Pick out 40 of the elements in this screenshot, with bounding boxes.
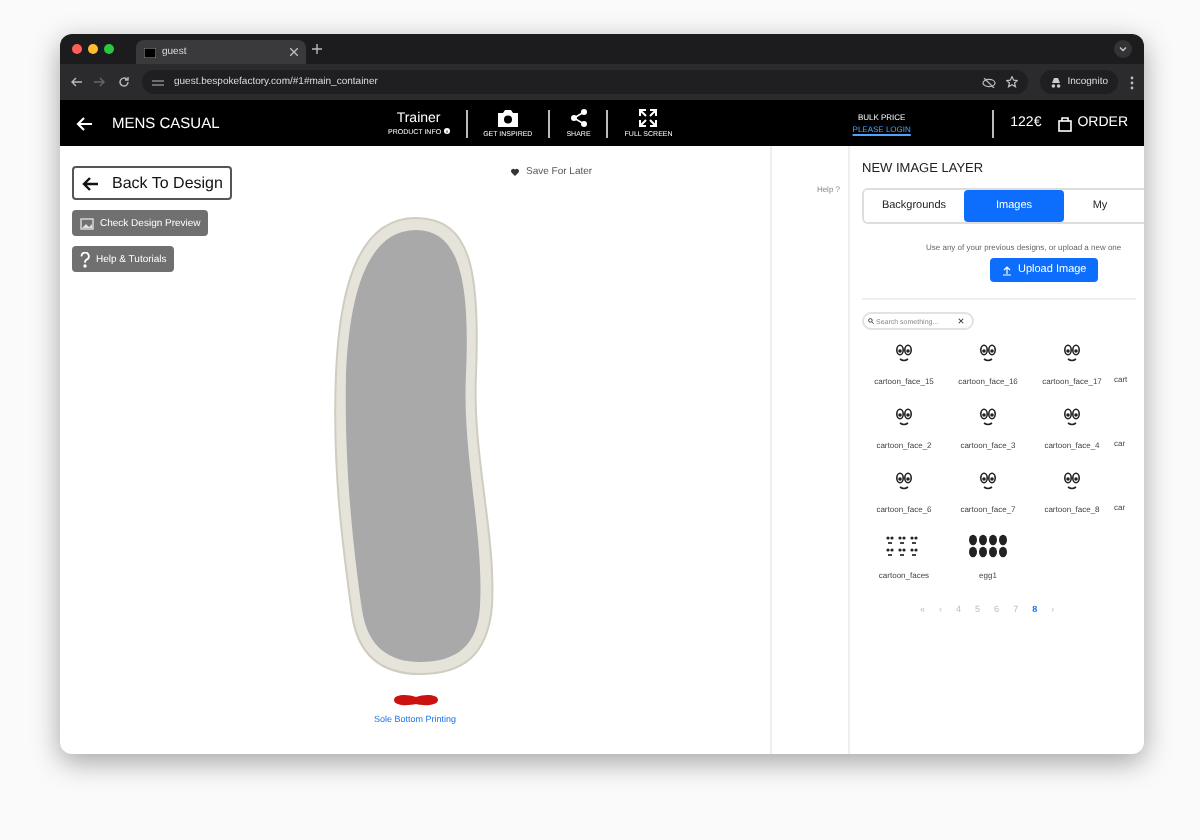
fullscreen-icon (638, 108, 659, 128)
search-icon (867, 318, 873, 324)
eggs-icon (968, 534, 1008, 558)
clear-icon[interactable] (958, 318, 964, 324)
minimize-window-button[interactable] (88, 44, 98, 54)
cartoon-face-icon (976, 342, 1000, 364)
cartoon-face-icon (1060, 406, 1084, 428)
cartoon-face-icon (976, 406, 1000, 428)
exit-arrow-icon[interactable] (76, 115, 94, 131)
question-icon (80, 251, 90, 267)
share-icon (569, 108, 588, 128)
close-window-button[interactable] (72, 44, 82, 54)
maximize-window-button[interactable] (104, 44, 114, 54)
new-tab-icon[interactable] (312, 44, 322, 54)
sole-print-icon (391, 692, 439, 708)
back-to-design-button[interactable]: Back To Design (72, 166, 233, 200)
bag-icon (1057, 115, 1072, 131)
left-arrow-icon (82, 175, 100, 191)
favicon-icon (144, 47, 156, 57)
reload-icon[interactable] (118, 76, 130, 88)
close-icon[interactable] (290, 48, 298, 56)
camera-icon (495, 108, 520, 128)
back-icon[interactable] (70, 76, 82, 88)
heart-icon (510, 168, 520, 176)
incognito-icon (1049, 77, 1062, 87)
cartoon-face-icon (1060, 342, 1084, 364)
forward-icon[interactable] (94, 76, 106, 88)
cartoon-face-icon (892, 470, 916, 492)
faces-icon (886, 534, 922, 558)
chevron-down-icon[interactable] (1114, 40, 1132, 58)
cartoon-face-icon (892, 342, 916, 364)
star-icon[interactable] (1005, 76, 1018, 88)
cartoon-face-icon (976, 470, 1000, 492)
upload-icon (1002, 265, 1012, 275)
cartoon-face-icon (1060, 470, 1084, 492)
site-settings-icon (152, 77, 164, 87)
image-icon (80, 217, 94, 229)
cartoon-face-icon (892, 406, 916, 428)
eye-off-icon[interactable] (981, 77, 996, 87)
info-icon[interactable] (443, 128, 450, 134)
